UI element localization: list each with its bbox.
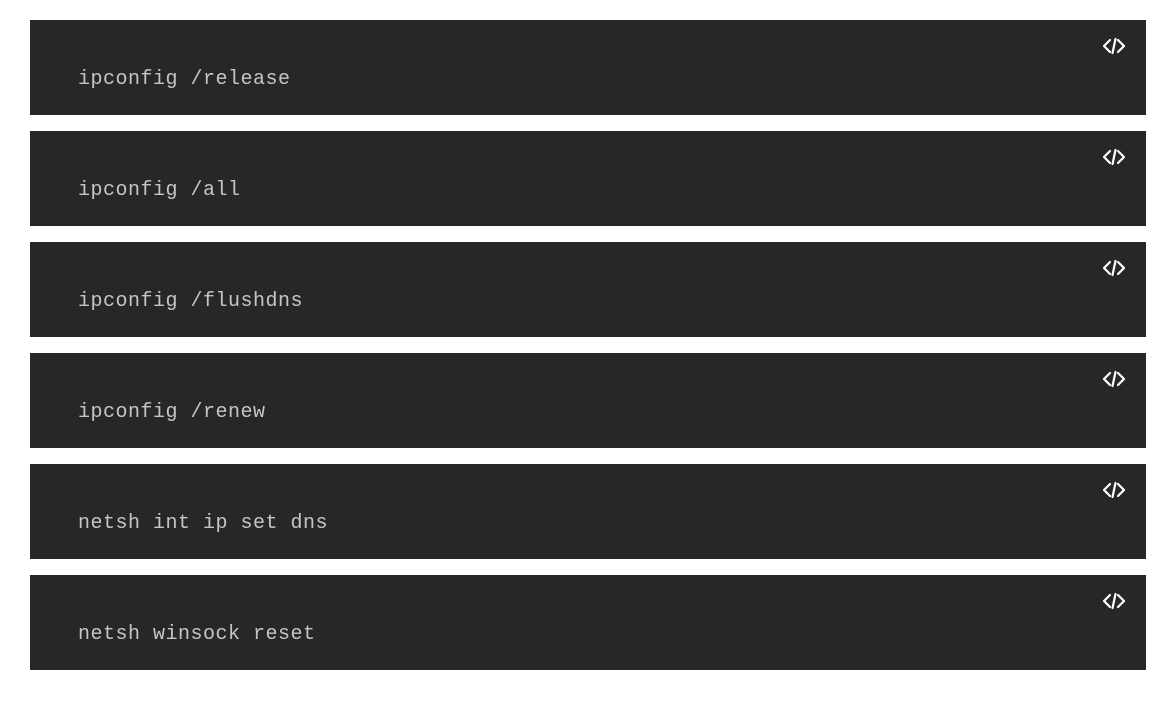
code-command: ipconfig /all — [78, 179, 1098, 202]
code-command: netsh winsock reset — [78, 623, 1098, 646]
code-block: ipconfig /renew — [30, 353, 1146, 448]
code-block: ipconfig /release — [30, 20, 1146, 115]
code-icon[interactable] — [1102, 589, 1126, 613]
code-command: ipconfig /renew — [78, 401, 1098, 424]
code-icon[interactable] — [1102, 34, 1126, 58]
code-command: netsh int ip set dns — [78, 512, 1098, 535]
code-block: ipconfig /flushdns — [30, 242, 1146, 337]
code-block: netsh int ip set dns — [30, 464, 1146, 559]
code-command: ipconfig /release — [78, 68, 1098, 91]
code-icon[interactable] — [1102, 145, 1126, 169]
code-block: netsh winsock reset — [30, 575, 1146, 670]
code-icon[interactable] — [1102, 478, 1126, 502]
code-command: ipconfig /flushdns — [78, 290, 1098, 313]
code-icon[interactable] — [1102, 256, 1126, 280]
code-block: ipconfig /all — [30, 131, 1146, 226]
code-icon[interactable] — [1102, 367, 1126, 391]
